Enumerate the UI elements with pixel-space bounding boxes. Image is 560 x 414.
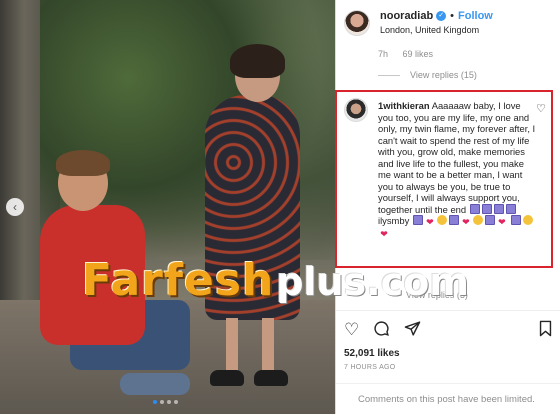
highlighted-comment: 1withkieran Aaaaaaw baby, I love you too… [336,90,560,270]
view-replies-label: View replies (15) [410,70,477,80]
carousel-dots [153,400,178,404]
commenter-avatar[interactable] [344,98,368,122]
prev-comment-meta: 7h 69 likes [378,49,433,59]
post-side-panel: nooradiab ✓ • Follow London, United King… [335,0,560,414]
carousel-dot [160,400,164,404]
likes-count[interactable]: 52,091 likes [344,348,400,359]
author-username[interactable]: nooradiab [380,10,433,22]
bookmark-icon[interactable] [538,320,553,340]
woman-leg [226,318,238,373]
purple-box-emoji-icon [484,215,495,225]
view-replies-link[interactable]: View replies (15) [378,70,477,80]
previous-photo-arrow-icon[interactable]: ‹ [6,198,24,216]
woman-dress [205,95,300,320]
smiley-emoji-icon [523,215,534,225]
purple-box-emoji-icon [481,203,492,214]
man-hair [56,150,110,176]
man-shoe [120,373,190,395]
comment-body: 1withkieran Aaaaaaw baby, I love you too… [378,100,538,239]
follow-button[interactable]: Follow [458,10,493,22]
carousel-dot [153,400,157,404]
purple-box-emoji-icon [448,215,459,225]
smiley-emoji-icon [472,215,483,225]
red-heart-emoji-icon: ❤ [498,217,506,227]
post-header: nooradiab ✓ • Follow London, United King… [336,0,560,45]
verified-badge-icon: ✓ [436,11,447,21]
woman-leg [262,318,274,373]
posted-time: 7 HOURS AGO [344,364,396,371]
carousel-dot [174,400,178,404]
purple-box-emoji-icon [412,215,423,225]
comment-text: Aaaaaaw baby, I love you too, you are my… [378,100,536,215]
comments-limited-notice: Comments on this post have been limited. [336,383,560,414]
woman-shoe [254,370,288,386]
author-avatar[interactable] [344,10,370,36]
heart-icon[interactable]: ♡ [344,321,359,338]
purple-box-emoji-icon [511,215,522,225]
replies-divider [378,74,400,76]
post-location[interactable]: London, United Kingdom [380,25,493,35]
post-photo[interactable]: ‹ [0,0,335,414]
purple-box-emoji-icon [469,203,480,214]
woman-hair [230,44,285,78]
prev-comment-time: 7h [378,49,389,59]
carousel-dot [167,400,171,404]
prev-comment-likes[interactable]: 69 likes [403,49,434,59]
post-action-bar: ♡ [336,310,560,348]
separator: • [450,10,455,22]
comment-tail-text: ilysmby [378,215,410,226]
red-heart-emoji-icon: ❤ [380,229,388,239]
woman-shoe [210,370,244,386]
commenter-username[interactable]: 1withkieran [378,100,430,111]
red-heart-emoji-icon: ❤ [426,217,434,227]
man-shirt [40,205,145,345]
smiley-emoji-icon [436,215,447,225]
comment-icon[interactable] [373,320,390,340]
purple-box-emoji-icon [505,203,516,214]
share-icon[interactable] [404,320,421,340]
comment-like-heart-icon[interactable]: ♡ [536,102,546,115]
purple-box-emoji-icon [493,203,504,214]
view-replies-link-2[interactable]: View replies (3) [406,290,468,300]
red-heart-emoji-icon: ❤ [462,217,470,227]
